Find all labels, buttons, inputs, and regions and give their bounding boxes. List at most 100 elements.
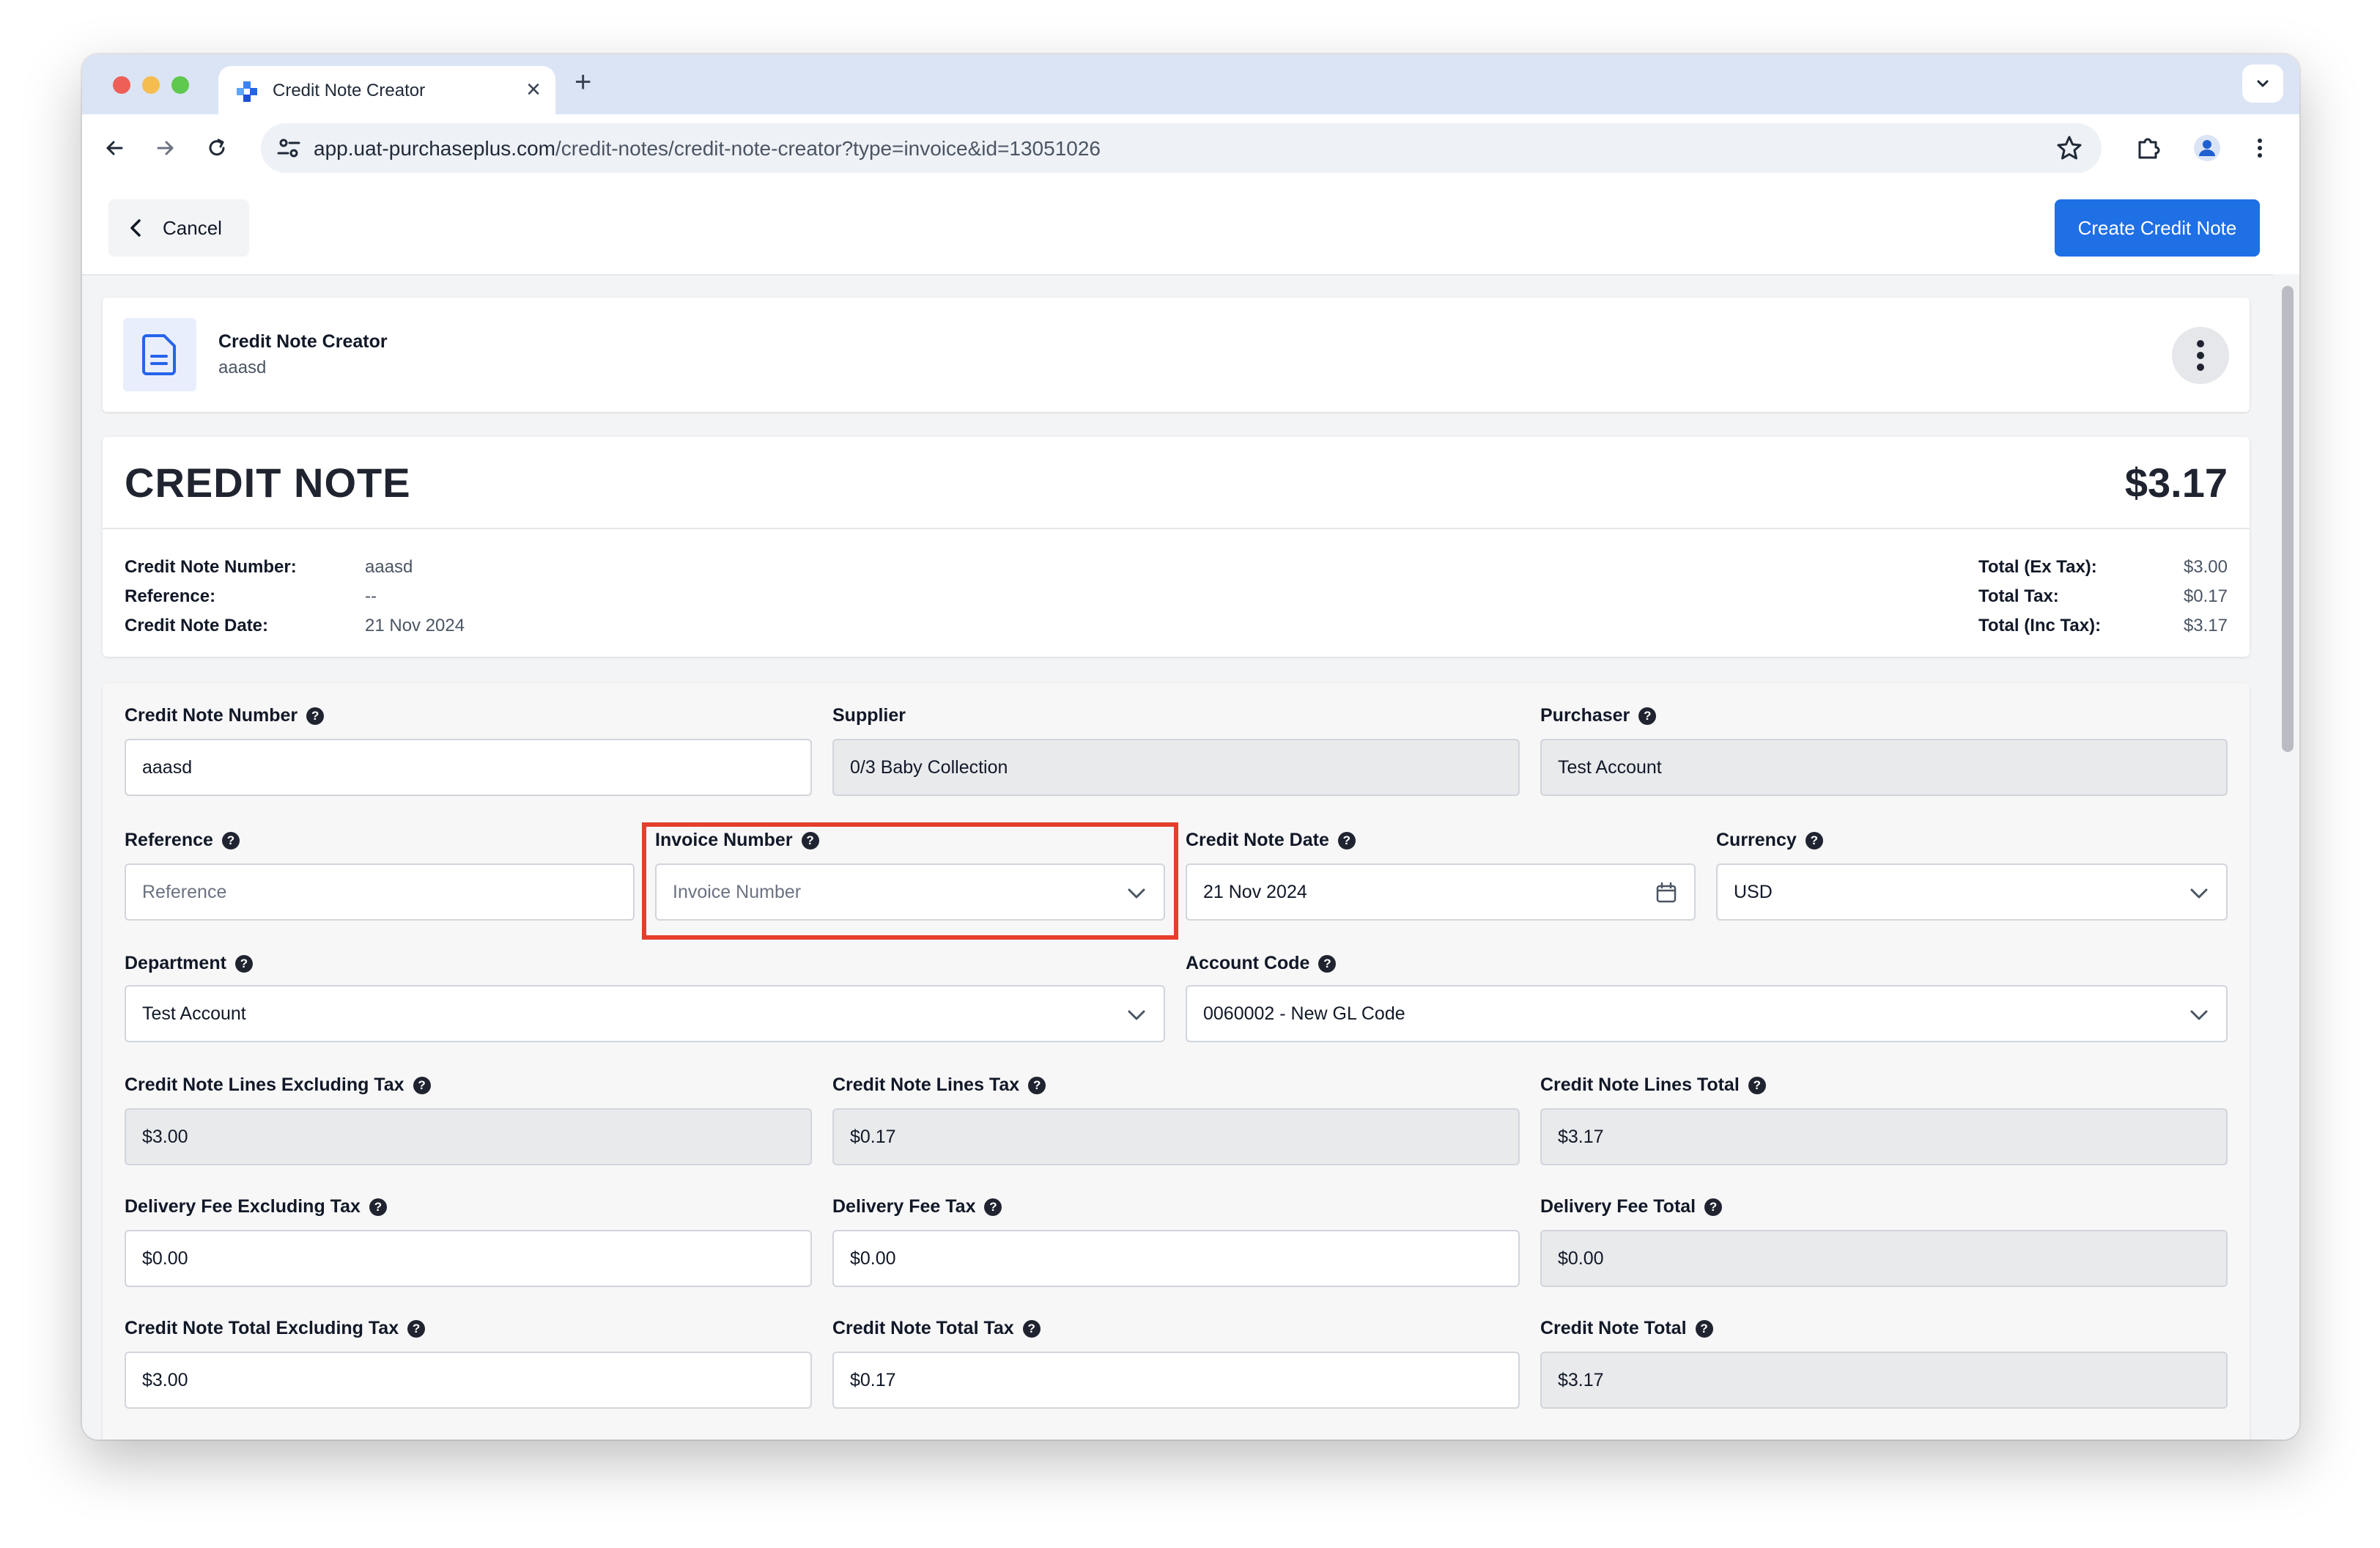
help-icon[interactable]: ? [1695, 1319, 1713, 1338]
page-scrollbar-thumb[interactable] [2282, 286, 2294, 752]
credit-note-number-input[interactable]: aaasd [125, 739, 812, 796]
total-tax-label: Credit Note Total Tax? [832, 1318, 1041, 1339]
cancel-button[interactable]: Cancel [108, 199, 249, 257]
delivery-tax-input[interactable]: $0.00 [832, 1230, 1520, 1287]
credit-note-date-input[interactable]: 21 Nov 2024 [1186, 863, 1696, 921]
help-icon[interactable]: ? [1337, 831, 1356, 849]
delivery-ex-tax-label: Delivery Fee Excluding Tax? [125, 1196, 387, 1217]
calendar-icon[interactable] [1655, 881, 1678, 904]
help-icon[interactable]: ? [1704, 1198, 1723, 1216]
help-icon[interactable]: ? [1748, 1076, 1766, 1094]
summary-total-tax-value: $0.17 [2183, 586, 2228, 606]
document-icon [142, 334, 176, 375]
reload-icon [209, 139, 225, 156]
purchaser-label: Purchaser? [1540, 705, 1657, 726]
credit-note-number-label: Credit Note Number? [125, 705, 325, 726]
lines-total-label-text: Credit Note Lines Total [1540, 1075, 1740, 1095]
delivery-total-label-text: Delivery Fee Total [1540, 1196, 1696, 1217]
summary-number-label: Credit Note Number: [125, 557, 297, 577]
account-code-label-text: Account Code [1186, 953, 1310, 973]
help-icon[interactable]: ? [984, 1198, 1002, 1216]
puzzle-piece-icon [2138, 138, 2160, 159]
vertical-dots-icon [2258, 139, 2262, 158]
help-icon[interactable]: ? [1028, 1076, 1046, 1094]
bookmark-star-icon[interactable] [2055, 133, 2084, 163]
help-icon[interactable]: ? [413, 1076, 431, 1094]
reload-button[interactable] [202, 133, 232, 163]
browser-menu-button[interactable] [2245, 133, 2274, 163]
account-code-select[interactable]: 0060002 - New GL Code [1186, 985, 2228, 1042]
help-icon[interactable]: ? [369, 1198, 387, 1216]
invoice-number-highlight [642, 822, 1178, 940]
department-select[interactable]: Test Account [125, 985, 1165, 1042]
help-icon[interactable]: ? [407, 1319, 426, 1338]
app-content: Cancel Create Credit Note Credit Note Cr… [82, 183, 2299, 1440]
header-subtitle: aaasd [218, 358, 267, 377]
browser-tab[interactable]: Credit Note Creator × [218, 66, 555, 114]
department-value: Test Account [142, 1003, 246, 1024]
site-settings-icon[interactable] [276, 135, 302, 161]
minimize-window-button[interactable] [142, 76, 160, 94]
forward-button[interactable] [151, 133, 180, 163]
supplier-field: 0/3 Baby Collection [832, 739, 1520, 796]
vertical-dots-icon [2197, 340, 2204, 371]
close-tab-icon[interactable]: × [526, 76, 541, 103]
delivery-tax-label-text: Delivery Fee Tax [832, 1196, 976, 1217]
help-icon[interactable]: ? [306, 707, 325, 725]
lines-ex-tax-label-text: Credit Note Lines Excluding Tax [125, 1075, 404, 1095]
department-label-text: Department [125, 953, 226, 973]
help-icon[interactable]: ? [1318, 954, 1337, 973]
url-text: app.uat-purchaseplus.com/credit-notes/cr… [314, 137, 1101, 161]
arrow-right-icon [157, 141, 174, 155]
close-window-button[interactable] [113, 76, 130, 94]
account-code-label: Account Code? [1186, 953, 1337, 974]
more-options-button[interactable] [2172, 327, 2229, 384]
lines-tax-label-text: Credit Note Lines Tax [832, 1075, 1020, 1095]
header-title: Credit Note Creator [218, 331, 388, 352]
tab-title: Credit Note Creator [273, 81, 426, 100]
maximize-window-button[interactable] [171, 76, 189, 94]
extensions-button[interactable] [2134, 133, 2163, 163]
total-ex-tax-input[interactable]: $3.00 [125, 1352, 812, 1409]
address-bar[interactable]: app.uat-purchaseplus.com/credit-notes/cr… [261, 123, 2102, 173]
url-path: /credit-notes/credit-note-creator?type=i… [555, 137, 1101, 160]
total-tax-label-text: Credit Note Total Tax [832, 1318, 1014, 1338]
summary-date-value: 21 Nov 2024 [365, 616, 465, 635]
summary-total-ex-tax-value: $3.00 [2183, 557, 2228, 577]
delivery-total-label: Delivery Fee Total? [1540, 1196, 1723, 1217]
total-field: $3.17 [1540, 1352, 2228, 1409]
currency-select[interactable]: USD [1716, 863, 2228, 921]
credit-note-number-label-text: Credit Note Number [125, 705, 298, 726]
total-ex-tax-label: Credit Note Total Excluding Tax? [125, 1318, 426, 1339]
summary-title: CREDIT NOTE [125, 460, 411, 506]
help-icon[interactable]: ? [1022, 1319, 1041, 1338]
creator-header-card: Credit Note Creator aaasd [103, 298, 2250, 412]
delivery-tax-label: Delivery Fee Tax? [832, 1196, 1002, 1217]
lines-tax-label: Credit Note Lines Tax? [832, 1075, 1046, 1096]
purchaser-label-text: Purchaser [1540, 705, 1630, 726]
currency-value: USD [1734, 881, 1773, 902]
reference-input[interactable]: Reference [125, 863, 635, 921]
help-icon[interactable]: ? [221, 831, 240, 849]
tab-search-button[interactable] [2242, 64, 2283, 103]
cancel-label: Cancel [163, 216, 222, 239]
create-credit-note-button[interactable]: Create Credit Note [2055, 199, 2260, 257]
total-tax-input[interactable]: $0.17 [832, 1352, 1520, 1409]
credit-note-date-label: Credit Note Date? [1186, 830, 1356, 851]
browser-window: Credit Note Creator × + app.uat-purchase… [82, 54, 2299, 1440]
summary-date-label: Credit Note Date: [125, 616, 269, 635]
summary-divider [103, 528, 2250, 529]
summary-reference-label: Reference: [125, 586, 216, 606]
help-icon[interactable]: ? [234, 954, 253, 973]
back-button[interactable] [100, 133, 129, 163]
chevron-left-icon [130, 219, 141, 237]
document-icon-badge [123, 318, 196, 391]
reference-label: Reference? [125, 830, 240, 851]
help-icon[interactable]: ? [1805, 831, 1823, 849]
summary-total-ex-tax-label: Total (Ex Tax): [1978, 557, 2097, 577]
help-icon[interactable]: ? [1638, 707, 1657, 725]
profile-button[interactable] [2192, 133, 2222, 163]
delivery-ex-tax-input[interactable]: $0.00 [125, 1230, 812, 1287]
credit-note-summary-card: CREDIT NOTE $3.17 Credit Note Number: aa… [103, 437, 2250, 657]
new-tab-icon[interactable]: + [574, 64, 591, 100]
